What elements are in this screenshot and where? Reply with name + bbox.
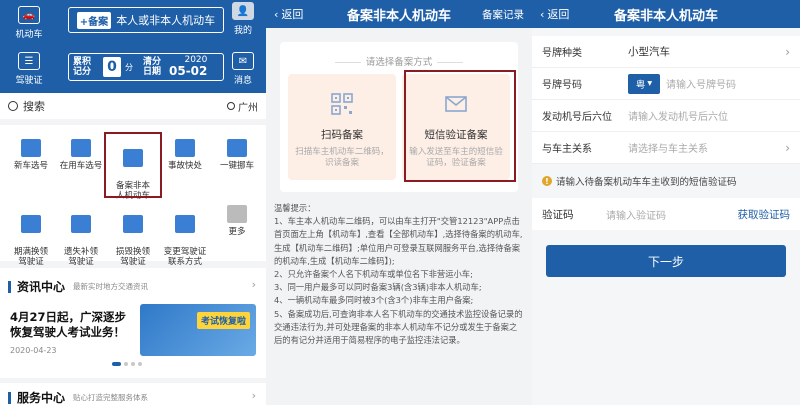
- grid-item-move-car[interactable]: 一键挪车: [206, 139, 266, 171]
- search-placeholder: 搜索: [23, 100, 45, 113]
- news-headline[interactable]: 4月27日起，广深逐步恢复驾驶人考试业务！: [10, 310, 130, 340]
- highlight-frame: [404, 70, 516, 182]
- move-car-icon: [227, 139, 247, 157]
- relation-row[interactable]: 与车主关系 请选择与车主关系 ›: [532, 132, 800, 164]
- license-icon: [71, 215, 91, 233]
- engine-number-input[interactable]: 请输入发动机号后六位: [628, 108, 728, 123]
- verification-row: 验证码 请输入验证码 获取验证码: [532, 198, 800, 230]
- nav-bar: ‹ 返回 备案非本人机动车 备案记录: [266, 0, 532, 28]
- message-entry[interactable]: ✉ 消息: [220, 52, 266, 86]
- license-icon: [123, 215, 143, 233]
- chevron-left-icon: ‹: [540, 7, 545, 21]
- car-number-icon: [21, 139, 41, 157]
- get-code-button[interactable]: 获取验证码: [738, 207, 791, 222]
- chevron-right-icon: ›: [785, 44, 790, 59]
- news-center: 资讯中心 最新实时地方交通资讯 › 4月27日起，广深逐步恢复驾驶人考试业务！ …: [0, 268, 266, 378]
- user-icon: 👤: [232, 2, 254, 20]
- relation-select: 请选择与车主关系: [628, 144, 708, 155]
- more-icon: [227, 205, 247, 223]
- method-title: 请选择备案方式: [280, 54, 518, 68]
- chevron-right-icon[interactable]: ›: [252, 389, 256, 402]
- license-icon: [21, 215, 41, 233]
- chevron-right-icon: ›: [785, 140, 790, 155]
- news-date: 2020-04-23: [10, 346, 57, 355]
- car-icon: 🚗: [18, 6, 40, 24]
- city-selector[interactable]: 广州: [227, 99, 258, 114]
- score-panel[interactable]: 累积记分 0 分 清分日期 2020 05-02: [68, 53, 224, 81]
- clear-date: 05-02: [169, 64, 208, 78]
- caret-down-icon: ▾: [647, 78, 653, 89]
- score-value: 0: [103, 57, 121, 77]
- engine-number-row: 发动机号后六位 请输入发动机号后六位: [532, 100, 800, 132]
- filing-records-link[interactable]: 备案记录: [482, 7, 524, 22]
- mail-icon: ✉: [232, 52, 254, 70]
- news-image[interactable]: 考试恢复啦: [140, 304, 256, 356]
- plate-number-input[interactable]: 请输入号牌号码: [666, 76, 736, 91]
- home-header: 🚗 机动车 ☰ 驾驶证 +备案 本人或非本人机动车 累积记分 0 分 清分日期 …: [0, 0, 266, 93]
- license-icon: ☰: [18, 52, 40, 70]
- back-button[interactable]: ‹ 返回: [540, 6, 569, 22]
- chevron-right-icon[interactable]: ›: [252, 278, 256, 291]
- plate-type-value: 小型汽车: [628, 46, 670, 58]
- highlight-frame: [104, 132, 162, 198]
- location-icon: [227, 102, 235, 110]
- vehicle-entry[interactable]: 🚗 机动车: [6, 6, 52, 40]
- carousel-dots: [112, 362, 142, 366]
- notice-text: 温馨提示： 1、车主本人机动车二维码，可以由车主打开"交管12123"APP点击…: [274, 203, 523, 346]
- filing-form-screen: ‹ 返回 备案非本人机动车 号牌种类 小型汽车 › 号牌号码 粤 ▾ 请输入号牌号码…: [532, 0, 800, 405]
- search-bar[interactable]: 搜索 广州: [0, 93, 266, 119]
- news-title: 资讯中心 最新实时地方交通资讯: [8, 278, 148, 295]
- qr-icon: [331, 93, 353, 115]
- sms-hint: ! 请输入待备案机动车车主收到的短信验证码: [542, 174, 737, 188]
- qr-filing-option[interactable]: 扫码备案 扫描车主机动车二维码，识读备案: [288, 74, 396, 180]
- nav-bar: ‹ 返回 备案非本人机动车: [532, 0, 800, 28]
- chevron-left-icon: ‹: [274, 7, 279, 21]
- plate-number-row: 号牌号码 粤 ▾ 请输入号牌号码: [532, 68, 800, 100]
- license-entry[interactable]: ☰ 驾驶证: [6, 52, 52, 86]
- grid-item-more[interactable]: 更多: [206, 205, 266, 237]
- province-selector[interactable]: 粤 ▾: [628, 73, 660, 94]
- contact-icon: [175, 215, 195, 233]
- car-number-icon: [71, 139, 91, 157]
- vehicle-form: 号牌种类 小型汽车 › 号牌号码 粤 ▾ 请输入号牌号码 发动机号后六位 请输入发…: [532, 36, 800, 164]
- page-title: 备案非本人机动车: [613, 8, 718, 24]
- plate-type-row[interactable]: 号牌种类 小型汽车 ›: [532, 36, 800, 68]
- filing-method-screen: ‹ 返回 备案非本人机动车 备案记录 请选择备案方式 扫码备案 扫描车主机动车二维…: [266, 0, 532, 405]
- search-icon: [8, 101, 18, 111]
- accident-icon: [175, 139, 195, 157]
- my-entry[interactable]: 👤 我的: [220, 2, 266, 36]
- service-center: 服务中心 贴心打造完整服务体系 ›: [0, 383, 266, 405]
- verification-code-input[interactable]: 请输入验证码: [606, 207, 666, 222]
- warning-icon: !: [542, 176, 552, 186]
- back-button[interactable]: ‹ 返回: [274, 6, 303, 22]
- home-screen: 🚗 机动车 ☰ 驾驶证 +备案 本人或非本人机动车 累积记分 0 分 清分日期 …: [0, 0, 266, 405]
- register-vehicle-button[interactable]: +备案 本人或非本人机动车: [68, 7, 224, 33]
- next-button[interactable]: 下一步: [546, 245, 786, 277]
